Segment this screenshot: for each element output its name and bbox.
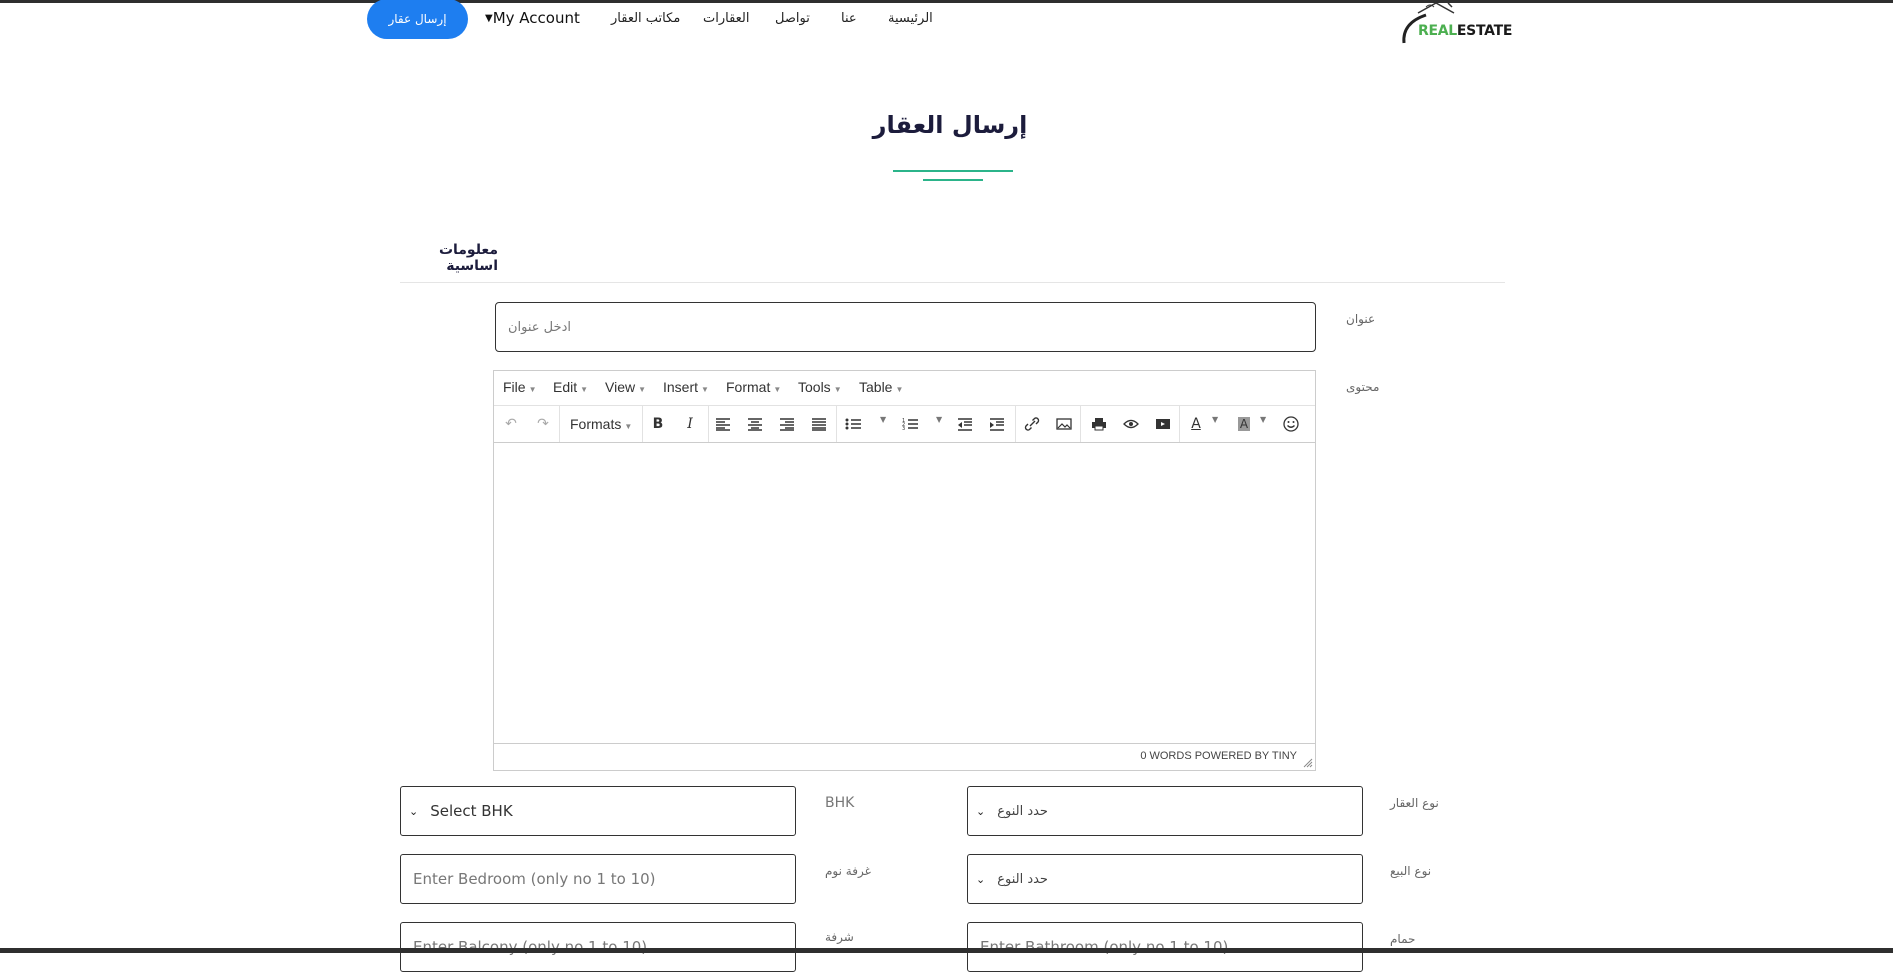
align-justify-icon[interactable] <box>808 414 830 434</box>
sale-type-select[interactable]: ⌄ حدد النوع <box>967 854 1363 904</box>
emoticons-icon[interactable] <box>1280 414 1302 434</box>
svg-text:3: 3 <box>902 426 905 431</box>
nav-offices[interactable]: مكاتب العقار <box>611 11 680 26</box>
background-color-icon[interactable]: A <box>1233 414 1255 434</box>
bedroom-input[interactable]: Enter Bedroom (only no 1 to 10) <box>400 854 796 904</box>
chevron-down-icon: ⌄ <box>976 804 986 818</box>
nav-properties[interactable]: العقارات <box>703 11 750 26</box>
text-color-icon[interactable]: A <box>1185 414 1207 434</box>
chevron-down-icon: ▼ <box>773 385 782 394</box>
menu-format[interactable]: Format ▼ <box>726 379 781 395</box>
align-right-icon[interactable] <box>776 414 798 434</box>
title-placeholder: ادخل عنوان <box>508 319 571 335</box>
section-title: معلومات اساسية <box>438 242 498 274</box>
chevron-down-icon: ▼ <box>701 385 709 394</box>
formats-dropdown[interactable]: Formats ▼ <box>570 416 632 432</box>
chevron-down-icon: ⌄ <box>976 872 986 886</box>
bullet-list-icon[interactable] <box>842 414 864 434</box>
chevron-down-icon: ▼ <box>624 422 633 431</box>
menu-tools[interactable]: Tools ▼ <box>798 379 842 395</box>
submit-property-button[interactable]: إرسال عقار <box>367 0 468 39</box>
chevron-down-icon: ▼ <box>528 385 537 394</box>
bedroom-label: غرفة نوم <box>825 864 871 878</box>
balcony-input[interactable]: Enter Balcony (only no 1 to 10) <box>400 922 796 972</box>
chevron-down-icon: ▼ <box>580 385 589 394</box>
editor-toolbar: ↶ ↷ Formats ▼ B I ▼ 123 ▼ A ▼ A ▼ <box>494 406 1315 443</box>
nav-home[interactable]: الرئيسية <box>888 11 933 26</box>
rich-text-editor: File ▼ Edit ▼ View ▼ Insert ▼ Format ▼ Tools ▼… <box>493 370 1316 771</box>
bullet-list-caret-icon[interactable]: ▼ <box>880 415 886 424</box>
image-icon[interactable] <box>1053 414 1075 434</box>
align-left-icon[interactable] <box>712 414 734 434</box>
link-icon[interactable] <box>1021 414 1043 434</box>
chevron-down-icon: ▼ <box>895 385 904 394</box>
numbered-list-icon[interactable]: 123 <box>899 414 921 434</box>
print-icon[interactable] <box>1088 414 1110 434</box>
outdent-icon[interactable] <box>954 414 976 434</box>
bathroom-label: حمام <box>1390 932 1416 946</box>
menu-view[interactable]: View ▼ <box>605 379 646 395</box>
property-type-label: نوع العقار <box>1390 796 1439 810</box>
preview-icon[interactable] <box>1120 414 1142 434</box>
bhk-label: BHK <box>825 795 855 811</box>
menu-edit[interactable]: Edit ▼ <box>553 379 588 395</box>
section-divider <box>400 282 1505 283</box>
content-label: محتوى <box>1346 380 1380 394</box>
page-title: إرسال العقار <box>872 111 1028 139</box>
title-input[interactable]: ادخل عنوان <box>495 302 1316 352</box>
resize-handle-icon[interactable] <box>1303 758 1313 768</box>
chevron-down-icon: ▼ <box>638 385 647 394</box>
italic-icon[interactable]: I <box>679 414 701 434</box>
my-account-label: My Account <box>492 9 580 27</box>
bottom-border <box>0 948 1893 953</box>
menu-insert[interactable]: Insert ▼ <box>663 379 709 395</box>
nav-contact[interactable]: تواصل <box>775 11 810 26</box>
site-logo[interactable]: REALESTATE <box>1396 2 1512 47</box>
numbered-list-caret-icon[interactable]: ▼ <box>936 415 942 424</box>
title-underline <box>893 170 1013 172</box>
word-count-status: 0 WORDS POWERED BY TINY <box>1140 750 1297 762</box>
nav-about[interactable]: عنا <box>841 11 857 26</box>
redo-icon[interactable]: ↷ <box>532 414 554 434</box>
chevron-down-icon: ▼ <box>833 385 842 394</box>
align-center-icon[interactable] <box>744 414 766 434</box>
menu-table[interactable]: Table ▼ <box>859 379 903 395</box>
undo-icon[interactable]: ↶ <box>500 414 522 434</box>
background-color-caret-icon[interactable]: ▼ <box>1260 415 1266 424</box>
media-icon[interactable] <box>1152 414 1174 434</box>
logo-text: REALESTATE <box>1418 23 1513 39</box>
bold-icon[interactable]: B <box>647 414 669 434</box>
text-color-caret-icon[interactable]: ▼ <box>1212 415 1218 424</box>
bhk-select[interactable]: ⌄ Select BHK <box>400 786 796 836</box>
chevron-down-icon: ⌄ <box>409 804 419 818</box>
editor-menubar: File ▼ Edit ▼ View ▼ Insert ▼ Format ▼ Tools ▼… <box>494 371 1315 406</box>
bathroom-input[interactable]: Enter Bathroom (only no 1 to 10) <box>967 922 1363 972</box>
indent-icon[interactable] <box>986 414 1008 434</box>
editor-content-area[interactable] <box>494 443 1315 745</box>
caret-down-icon: ▼ <box>485 13 493 24</box>
title-underline-short <box>923 179 983 181</box>
sale-type-label: نوع البيع <box>1390 864 1432 878</box>
editor-statusbar: 0 WORDS POWERED BY TINY <box>494 743 1315 770</box>
menu-file[interactable]: File ▼ <box>503 379 536 395</box>
title-label: عنوان <box>1346 312 1376 326</box>
balcony-label: شرفة <box>825 930 854 944</box>
property-type-select[interactable]: ⌄ حدد النوع <box>967 786 1363 836</box>
my-account-dropdown[interactable]: ▼My Account <box>485 9 580 27</box>
